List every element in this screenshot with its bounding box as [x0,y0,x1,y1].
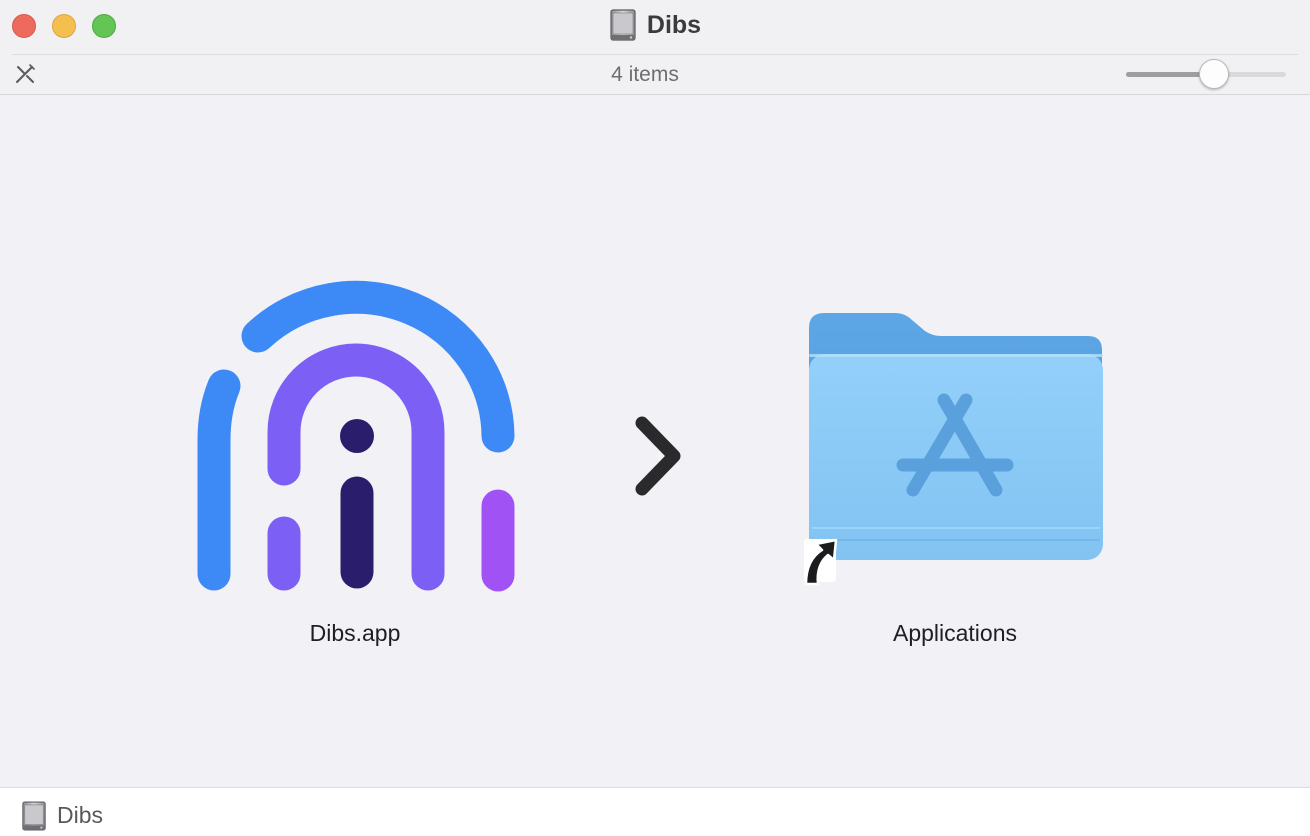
finder-window: Dibs 4 items Dibs.app Applications Dibs [0,0,1310,836]
window-title: Dibs [646,10,702,39]
window-title-group: Dibs [0,0,1310,50]
applications-folder-label[interactable]: Applications [805,620,1105,647]
dibs-app-icon[interactable] [195,278,520,593]
disk-image-icon [610,9,636,41]
chevron-right-icon [635,416,681,496]
item-count-label: 4 items [611,63,679,86]
toolbar: 4 items [0,55,1310,95]
path-bar-label[interactable]: Dibs [57,788,103,836]
title-bar[interactable]: Dibs [0,0,1310,54]
dibs-app-label[interactable]: Dibs.app [205,620,505,647]
dibs-app-item[interactable] [195,278,520,593]
applications-folder-alias-icon[interactable] [796,303,1116,593]
icon-size-slider[interactable] [1126,58,1286,92]
path-bar: Dibs [0,787,1310,836]
disk-image-icon[interactable] [21,801,47,831]
folder-content-area[interactable]: Dibs.app Applications [0,95,1310,787]
applications-folder-item[interactable] [796,303,1116,593]
slider-thumb[interactable] [1199,59,1229,89]
